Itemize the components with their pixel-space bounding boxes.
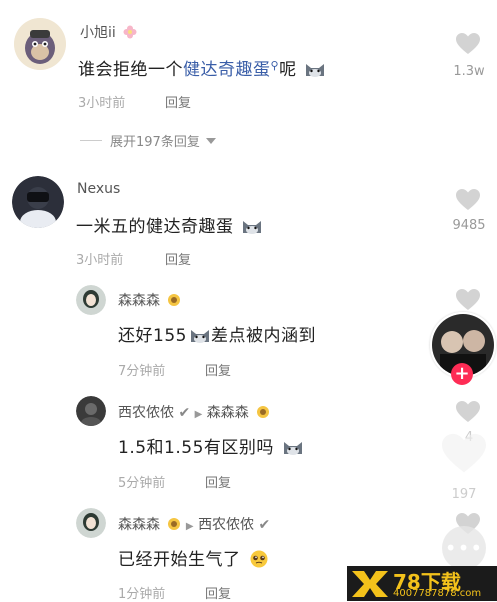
author-check-icon: ✔ [178,405,191,421]
author-check-icon: ✔ [258,517,271,533]
heart-icon[interactable] [455,288,481,312]
avatar[interactable] [76,508,106,538]
avatar[interactable] [76,396,106,426]
reply-button[interactable]: 回复 [205,472,231,491]
reply-username[interactable]: 西农侬侬 ✔ ▶ 森森森 [118,402,270,422]
reply-time: 1分钟前 [118,587,166,602]
heart-icon[interactable] [455,188,481,212]
more-button[interactable]: ••• [442,526,486,570]
search-icon: ⚲ [270,59,280,72]
cat-emoji-icon [283,442,302,455]
reply-time: 7分钟前 [118,364,166,379]
caret-down-icon [205,137,216,144]
sunflower-icon [257,406,270,418]
avatar[interactable] [14,18,66,70]
heart-icon[interactable] [455,400,481,424]
flower-icon [123,25,137,39]
more-dots-icon: ••• [444,536,484,560]
like-heart-overlay-icon[interactable] [440,432,488,476]
cat-emoji-icon [190,330,209,343]
sunflower-icon [168,294,181,306]
reply-text: 还好155 差点被内涵到 [118,326,316,346]
reply-arrow-icon: ▶ [185,521,194,532]
follow-button[interactable]: + [451,363,473,385]
reply-username[interactable]: 森森森 [118,290,181,310]
like-count: 1.3w [453,64,485,79]
like-count: 197 [451,487,477,502]
watermark: 78下载 4007787878.com [347,566,497,601]
watermark-url: 4007787878.com [393,588,482,599]
reply-arrow-icon: ▶ [194,409,203,420]
reply-button[interactable]: 回复 [205,360,231,379]
comment-text: 谁会拒绝一个健达奇趣蛋⚲呢 [78,55,326,80]
watermark-logo-icon [352,571,388,597]
comment-time: 3小时前 [78,96,126,111]
reply-text: 1.5和1.55有区别吗 [118,433,304,458]
reply-time: 5分钟前 [118,476,166,491]
avatar[interactable] [12,176,64,228]
sunflower-icon [168,518,181,530]
reply-text: 已经开始生气了 [118,545,270,570]
heart-icon[interactable] [455,32,481,56]
reply-button[interactable]: 回复 [165,92,191,111]
plus-icon: + [454,363,470,384]
avatar[interactable] [76,285,106,315]
expand-replies[interactable]: 展开197条回复 [80,131,217,150]
search-link[interactable]: 健达奇趣蛋 [183,60,271,80]
comment-username[interactable]: 小旭ii [80,22,137,42]
cat-emoji-icon [306,64,325,77]
like-count: 9485 [452,218,486,233]
comment-username[interactable]: Nexus [77,181,120,197]
reply-button[interactable]: 回复 [205,583,231,602]
reply-button[interactable]: 回复 [165,249,191,268]
comment-time: 3小时前 [76,253,124,268]
comment-text: 一米五的健达奇趣蛋 [76,212,263,237]
divider-line [80,140,102,141]
reply-username[interactable]: 森森森 ▶ 西农侬侬 ✔ [118,514,270,534]
pleading-face-emoji-icon [250,550,268,568]
cat-emoji-icon [243,221,262,234]
